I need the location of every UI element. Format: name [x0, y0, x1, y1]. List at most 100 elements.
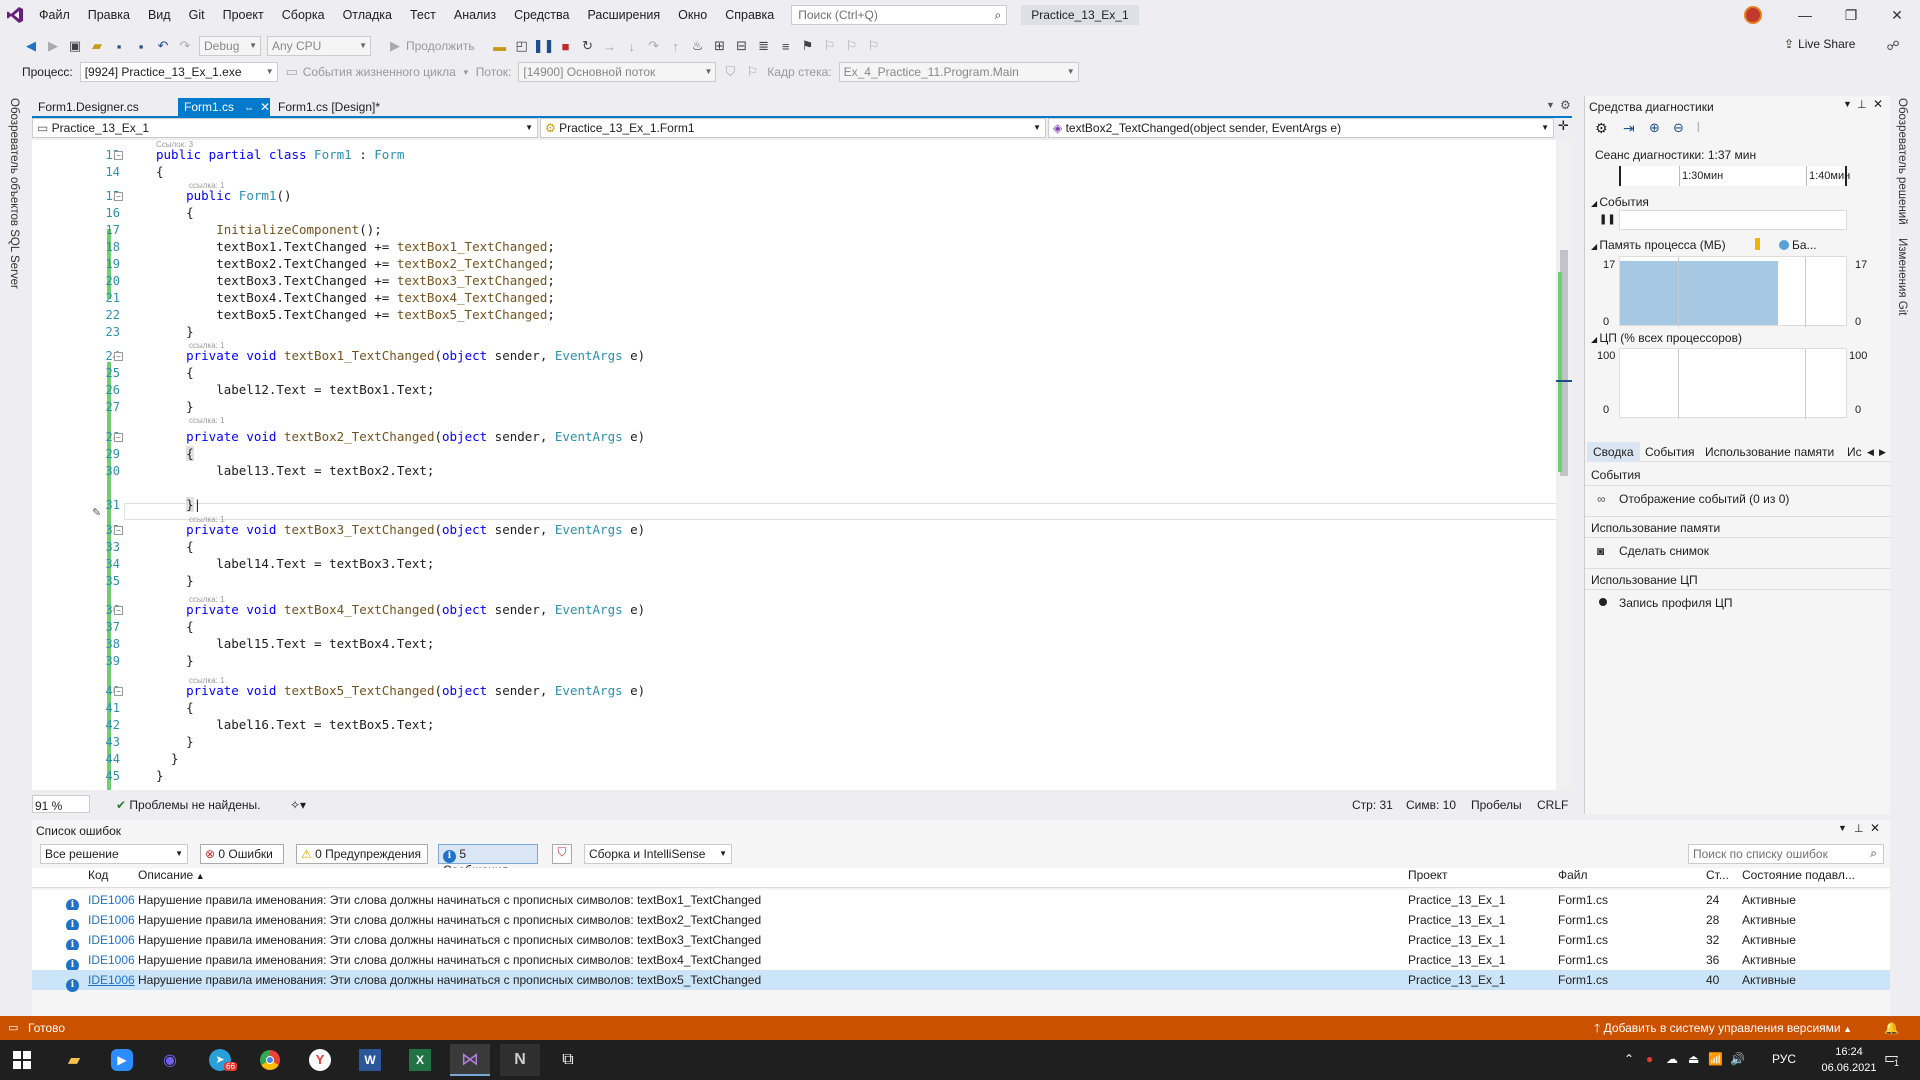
hot-reload-icon[interactable]: ♨: [687, 35, 709, 57]
messages-filter-button[interactable]: i 5 Сообщения: [438, 844, 538, 877]
thread-icon[interactable]: ⊞: [709, 35, 731, 57]
telegram-icon[interactable]: ➤ 66: [200, 1044, 240, 1076]
bookmark-next-icon[interactable]: ⚐: [841, 35, 863, 57]
menu-build[interactable]: Сборка: [273, 0, 334, 30]
col-suppression-state[interactable]: Состояние подавл...: [1742, 868, 1855, 882]
menu-extensions[interactable]: Расширения: [578, 0, 669, 30]
zoom-in-icon[interactable]: ⊕: [1649, 120, 1660, 136]
error-search-input[interactable]: Поиск по списку ошибок ⌕: [1688, 844, 1884, 864]
input-language[interactable]: РУС: [1772, 1052, 1796, 1066]
bookmark-icon[interactable]: ⚑: [797, 35, 819, 57]
configuration-combo[interactable]: Debug ▼: [199, 36, 261, 56]
line-ending-indicator[interactable]: CRLF: [1537, 795, 1568, 815]
continue-icon[interactable]: ▶: [384, 35, 406, 57]
tabs-scroll-left-icon[interactable]: ◀: [1867, 442, 1874, 462]
filter-icon[interactable]: ⛉: [719, 61, 741, 83]
col-file[interactable]: Файл: [1558, 868, 1588, 882]
undo-icon[interactable]: ↶: [152, 35, 174, 57]
show-next-statement-icon[interactable]: →: [599, 35, 621, 57]
solution-explorer-tab[interactable]: Обозреватель решений: [1896, 98, 1908, 225]
tab-form1-designer-cs[interactable]: Form1.Designer.cs: [32, 98, 145, 116]
minimize-icon[interactable]: —: [1782, 0, 1828, 30]
pin-icon[interactable]: ⊥: [1857, 98, 1867, 111]
user-avatar[interactable]: [1744, 6, 1762, 24]
panel-close-icon[interactable]: ✕: [1870, 821, 1880, 835]
tab-form1-design[interactable]: Form1.cs [Design]*: [272, 98, 386, 116]
tab-summary[interactable]: Сводка: [1587, 442, 1640, 462]
platform-combo[interactable]: Any CPU ▼: [267, 36, 371, 56]
fold-toggle[interactable]: −: [114, 151, 123, 160]
error-row[interactable]: i IDE1006 Нарушение правила именования: …: [32, 890, 1890, 912]
menu-view[interactable]: Вид: [139, 0, 180, 30]
pause-icon[interactable]: ❚❚: [533, 35, 555, 57]
continue-button[interactable]: Продолжить: [406, 39, 475, 53]
task-view-icon[interactable]: ⧉: [548, 1044, 588, 1076]
panel-dropdown-icon[interactable]: ▼: [1843, 99, 1852, 109]
zoom-icon[interactable]: ▶: [102, 1044, 142, 1076]
build-source-combo[interactable]: Сборка и IntelliSense ▼: [584, 844, 732, 864]
windows-start-icon[interactable]: [2, 1044, 42, 1076]
viber-icon[interactable]: ◉: [150, 1044, 190, 1076]
tab-memory-usage[interactable]: Использование памяти: [1705, 442, 1834, 462]
tab-events[interactable]: События: [1645, 442, 1695, 462]
bookmark-prev-icon[interactable]: ⚐: [819, 35, 841, 57]
col-description[interactable]: Описание ▲: [138, 868, 205, 882]
app-n-icon[interactable]: N: [500, 1044, 540, 1076]
show-hidden-icons[interactable]: ⌃: [1624, 1052, 1634, 1066]
timeline-ruler[interactable]: 1:30мин 1:40мин: [1619, 166, 1850, 186]
menu-analyze[interactable]: Анализ: [445, 0, 505, 30]
code-editor[interactable]: ✎ Ссылок: 3 13 − public partial class Fo…: [32, 140, 1572, 790]
action-center-icon[interactable]: ▭ 1: [1884, 1048, 1899, 1068]
whitespace-indicator[interactable]: Пробелы: [1471, 795, 1522, 815]
record-cpu-profile-link[interactable]: Запись профиля ЦП: [1619, 596, 1732, 610]
comment-icon[interactable]: ≡: [775, 35, 797, 57]
class-nav-combo[interactable]: ⚙ Practice_13_Ex_1.Form1 ▼: [540, 118, 1046, 138]
reset-view-icon[interactable]: ⦚: [1697, 120, 1700, 136]
menu-window[interactable]: Окно: [669, 0, 716, 30]
memory-section-header[interactable]: ◢ Память процесса (МБ): [1591, 238, 1726, 252]
panel-close-icon[interactable]: ✕: [1873, 97, 1883, 111]
take-snapshot-link[interactable]: Сделать снимок: [1619, 544, 1709, 558]
folder-icon[interactable]: ▬: [489, 35, 511, 57]
restart-icon[interactable]: ↻: [577, 35, 599, 57]
tabs-scroll-right-icon[interactable]: ▶: [1879, 442, 1886, 462]
menu-file[interactable]: Файл: [30, 0, 79, 30]
screenshot-icon[interactable]: ◰: [511, 35, 533, 57]
word-icon[interactable]: W: [350, 1044, 390, 1076]
scope-combo[interactable]: Все решение ▼: [40, 844, 188, 864]
network-icon[interactable]: 📶: [1708, 1052, 1723, 1066]
error-row[interactable]: i IDE1006 Нарушение правила именования: …: [32, 930, 1890, 952]
stack-frame-combo[interactable]: Ex_4_Practice_11.Program.Main ▼: [838, 62, 1079, 82]
clock[interactable]: 16:24 06.06.2021: [1818, 1044, 1880, 1076]
volume-icon[interactable]: 🔊: [1730, 1052, 1745, 1066]
diag-export-icon[interactable]: ⇥: [1623, 120, 1635, 137]
error-row[interactable]: i IDE1006 Нарушение правила именования: …: [32, 910, 1890, 932]
close-icon[interactable]: ✕: [1874, 0, 1920, 30]
zoom-combo[interactable]: 91 %: [32, 795, 90, 813]
lifecycle-icon[interactable]: ▭: [281, 61, 303, 83]
stop-icon[interactable]: ■: [555, 35, 577, 57]
cloud-icon[interactable]: ☁: [1666, 1052, 1678, 1066]
live-share-button[interactable]: ⇪ Live Share: [1784, 37, 1855, 51]
fold-toggle[interactable]: −: [114, 606, 123, 615]
error-row-selected[interactable]: i IDE1006 Нарушение правила именования: …: [32, 970, 1890, 992]
error-code-link[interactable]: IDE1006: [88, 930, 135, 950]
sql-server-explorer-tab[interactable]: Обозреватель объектов SQL Server: [8, 98, 20, 289]
usb-icon[interactable]: ⏏: [1688, 1052, 1699, 1066]
zoom-out-icon[interactable]: ⊖: [1673, 120, 1684, 136]
fold-toggle[interactable]: −: [114, 687, 123, 696]
code-cleanup-icon[interactable]: ✧▾: [290, 795, 306, 815]
source-control-button[interactable]: 🡑 Добавить в систему управления версиями…: [1594, 1016, 1852, 1041]
menu-edit[interactable]: Правка: [79, 0, 139, 30]
settings-icon[interactable]: ⚙: [1560, 98, 1571, 112]
save-icon[interactable]: ▪: [108, 35, 130, 57]
indent-icon[interactable]: ≣: [753, 35, 775, 57]
menu-help[interactable]: Справка: [716, 0, 783, 30]
error-code-link[interactable]: IDE1006: [88, 890, 135, 910]
pause-events-icon[interactable]: ❚❚: [1599, 214, 1616, 225]
menu-project[interactable]: Проект: [214, 0, 273, 30]
error-row[interactable]: i IDE1006 Нарушение правила именования: …: [32, 950, 1890, 972]
back-icon[interactable]: ◀: [20, 35, 42, 57]
editor-vertical-scrollbar[interactable]: [1556, 140, 1572, 790]
lifecycle-events-button[interactable]: События жизненного цикла: [303, 65, 456, 79]
